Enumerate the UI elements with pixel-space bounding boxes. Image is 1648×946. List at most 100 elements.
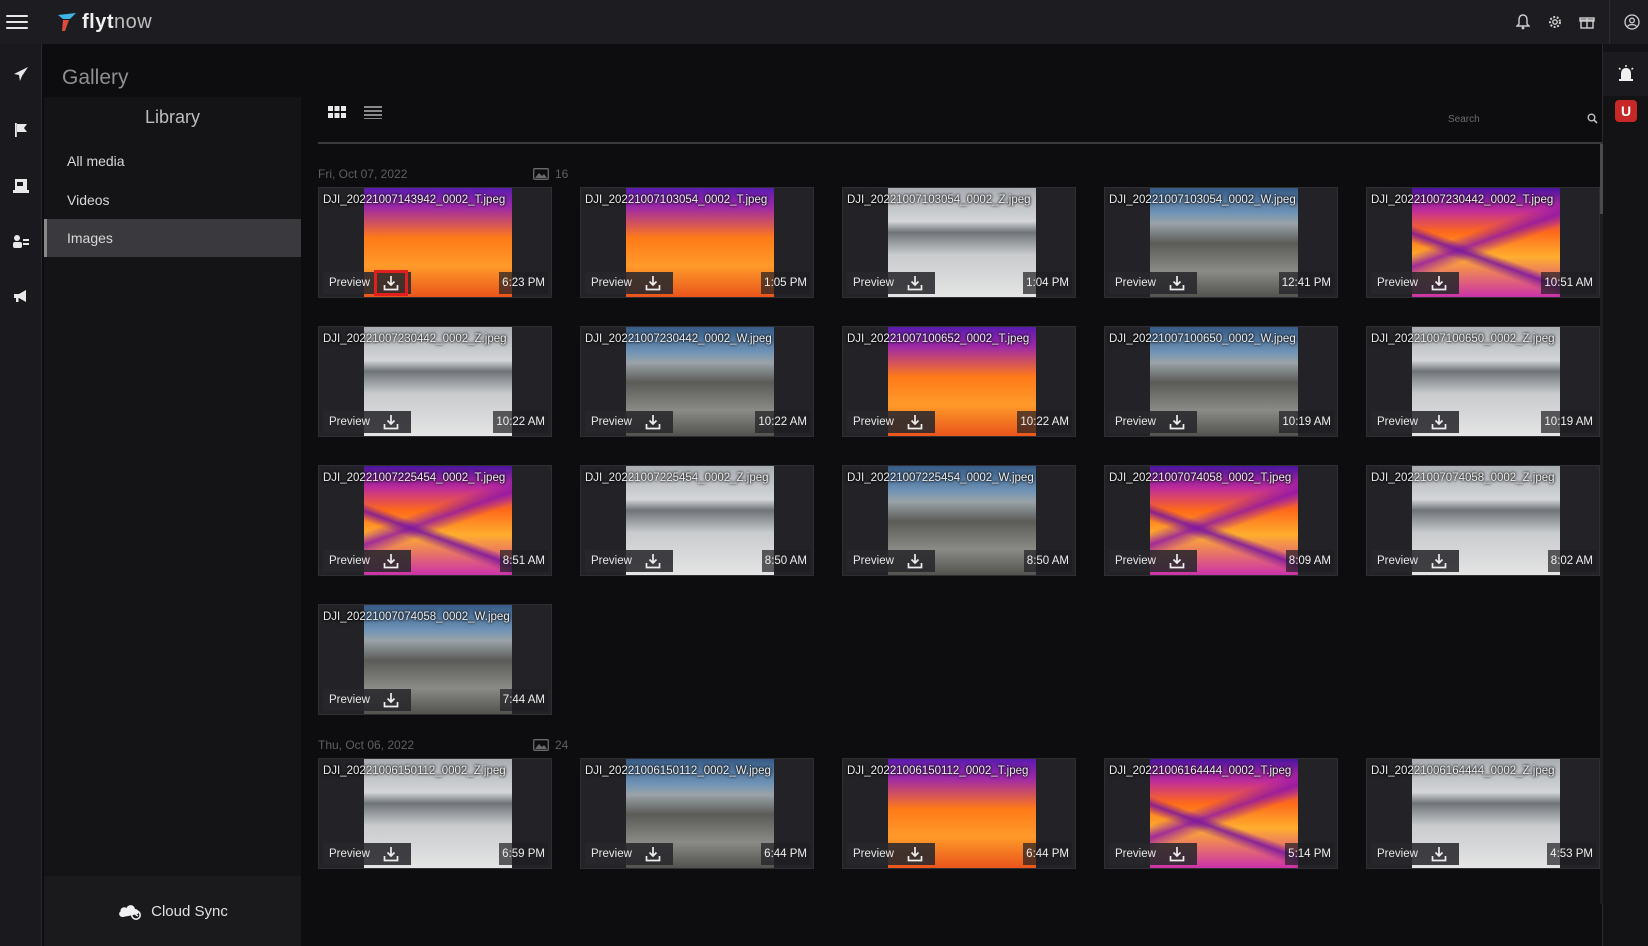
preview-button[interactable]: Preview	[329, 277, 370, 289]
cloud-sync-button[interactable]: Cloud Sync	[44, 876, 301, 946]
app-logo[interactable]: flytnow	[56, 11, 152, 34]
file-name: DJI_20221007103054_0002_Z.jpeg	[847, 194, 1031, 206]
plugin-badge-icon[interactable]: U	[1615, 100, 1637, 122]
preview-button[interactable]: Preview	[329, 555, 370, 567]
preview-button[interactable]: Preview	[591, 848, 632, 860]
preview-button[interactable]: Preview	[1115, 848, 1156, 860]
media-card[interactable]: DJI_20221007074058_0002_W.jpeg Preview 7:4…	[318, 604, 552, 715]
media-card[interactable]: DJI_20221007103054_0002_T.jpeg Preview 1:0…	[580, 187, 814, 298]
gift-icon[interactable]	[1571, 0, 1603, 44]
preview-button[interactable]: Preview	[853, 416, 894, 428]
scrollbar[interactable]	[1600, 144, 1603, 904]
media-card[interactable]: DJI_20221006150112_0002_W.jpeg Preview 6:4…	[580, 758, 814, 869]
download-icon[interactable]	[638, 411, 668, 433]
file-name: DJI_20221007225454_0002_T.jpeg	[323, 472, 506, 484]
media-card[interactable]: DJI_20221007225454_0002_W.jpeg Preview 8:5…	[842, 465, 1076, 576]
team-icon[interactable]	[0, 222, 42, 262]
capture-time: 1:05 PM	[761, 272, 810, 294]
scrollbar-thumb[interactable]	[1600, 144, 1603, 214]
media-card[interactable]: DJI_20221006164444_0002_T.jpeg Preview 5:1…	[1104, 758, 1338, 869]
card-actions: Preview	[585, 272, 673, 294]
media-card[interactable]: DJI_20221006150112_0002_T.jpeg Preview 6:4…	[842, 758, 1076, 869]
top-bar-icons	[1507, 0, 1648, 44]
download-icon[interactable]	[373, 270, 408, 296]
media-card[interactable]: DJI_20221007225454_0002_T.jpeg Preview 8:5…	[318, 465, 552, 576]
file-name: DJI_20221007225454_0002_Z.jpeg	[585, 472, 769, 484]
media-card[interactable]: DJI_20221007074058_0002_T.jpeg Preview 8:0…	[1104, 465, 1338, 576]
download-icon[interactable]	[900, 272, 930, 294]
media-card[interactable]: DJI_20221007100650_0002_W.jpeg Preview 10:…	[1104, 326, 1338, 437]
sidebar-item-all-media[interactable]: All media	[44, 142, 301, 180]
date-group-header: Thu, Oct 06, 2022 24	[318, 738, 618, 754]
media-card[interactable]: DJI_20221007100652_0002_T.jpeg Preview 10:…	[842, 326, 1076, 437]
preview-button[interactable]: Preview	[1377, 277, 1418, 289]
library-heading: Library	[144, 107, 201, 127]
download-icon[interactable]	[1162, 843, 1192, 865]
bell-icon[interactable]	[1507, 0, 1539, 44]
preview-button[interactable]: Preview	[591, 416, 632, 428]
media-card[interactable]: DJI_20221007103054_0002_Z.jpeg Preview 1:0…	[842, 187, 1076, 298]
media-card[interactable]: DJI_20221006150112_0002_Z.jpeg Preview 6:5…	[318, 758, 552, 869]
preview-button[interactable]: Preview	[1377, 848, 1418, 860]
list-view-icon[interactable]	[364, 105, 382, 124]
download-icon[interactable]	[1162, 272, 1192, 294]
hamburger-menu-icon[interactable]	[6, 15, 28, 29]
preview-button[interactable]: Preview	[1377, 555, 1418, 567]
sidebar-item-videos[interactable]: Videos	[44, 181, 301, 219]
gear-icon[interactable]	[1539, 0, 1571, 44]
media-card[interactable]: DJI_20221007230442_0002_Z.jpeg Preview 10:…	[318, 326, 552, 437]
download-icon[interactable]	[900, 843, 930, 865]
preview-button[interactable]: Preview	[329, 694, 370, 706]
media-card[interactable]: DJI_20221007100650_0002_Z.jpeg Preview 10:…	[1366, 326, 1600, 437]
media-card[interactable]: DJI_20221007143942_0002_T.jpeg Preview 6:2…	[318, 187, 552, 298]
date-group-header: Fri, Oct 07, 2022 16	[318, 167, 618, 183]
media-card[interactable]: DJI_20221006164444_0002_Z.jpeg Preview 4:5…	[1366, 758, 1600, 869]
card-actions: Preview	[847, 550, 935, 572]
download-icon[interactable]	[1162, 550, 1192, 572]
grid-view-icon[interactable]	[328, 105, 346, 124]
user-account-icon[interactable]	[1616, 0, 1648, 44]
download-icon[interactable]	[638, 550, 668, 572]
preview-button[interactable]: Preview	[591, 277, 632, 289]
preview-button[interactable]: Preview	[329, 416, 370, 428]
media-card[interactable]: DJI_20221007230442_0002_W.jpeg Preview 10:…	[580, 326, 814, 437]
megaphone-icon[interactable]	[0, 276, 42, 316]
download-icon[interactable]	[376, 689, 406, 711]
search-input[interactable]: Search	[1448, 111, 1598, 131]
media-card[interactable]: DJI_20221007225454_0002_Z.jpeg Preview 8:5…	[580, 465, 814, 576]
download-icon[interactable]	[900, 411, 930, 433]
preview-button[interactable]: Preview	[1377, 416, 1418, 428]
preview-button[interactable]: Preview	[591, 555, 632, 567]
download-icon[interactable]	[1424, 843, 1454, 865]
preview-button[interactable]: Preview	[853, 848, 894, 860]
preview-button[interactable]: Preview	[1115, 555, 1156, 567]
preview-button[interactable]: Preview	[1115, 277, 1156, 289]
download-icon[interactable]	[1424, 272, 1454, 294]
download-icon[interactable]	[900, 550, 930, 572]
download-icon[interactable]	[376, 843, 406, 865]
gallery-icon[interactable]	[0, 166, 42, 206]
media-card[interactable]: DJI_20221007074058_0002_Z.jpeg Preview 8:0…	[1366, 465, 1600, 576]
download-icon[interactable]	[1424, 411, 1454, 433]
left-nav-rail	[0, 44, 42, 946]
page-title: Gallery	[62, 66, 129, 89]
plane-icon[interactable]	[0, 54, 42, 94]
media-card[interactable]: DJI_20221007103054_0002_W.jpeg Preview 12:…	[1104, 187, 1338, 298]
preview-button[interactable]: Preview	[1115, 416, 1156, 428]
preview-button[interactable]: Preview	[853, 555, 894, 567]
card-actions: Preview	[323, 550, 411, 572]
media-card[interactable]: DJI_20221007230442_0002_T.jpeg Preview 10:…	[1366, 187, 1600, 298]
preview-button[interactable]: Preview	[853, 277, 894, 289]
alarm-icon[interactable]	[1603, 52, 1648, 96]
download-icon[interactable]	[376, 411, 406, 433]
download-icon[interactable]	[1162, 411, 1192, 433]
sidebar-item-images[interactable]: Images	[44, 219, 301, 257]
search-icon[interactable]	[1587, 113, 1598, 124]
preview-button[interactable]: Preview	[329, 848, 370, 860]
download-icon[interactable]	[376, 550, 406, 572]
download-icon[interactable]	[638, 843, 668, 865]
flag-icon[interactable]	[0, 110, 42, 150]
download-icon[interactable]	[638, 272, 668, 294]
download-icon[interactable]	[1424, 550, 1454, 572]
gallery-main: Search Fri, Oct 07, 2022 16 DJI_2022100714…	[318, 97, 1603, 946]
